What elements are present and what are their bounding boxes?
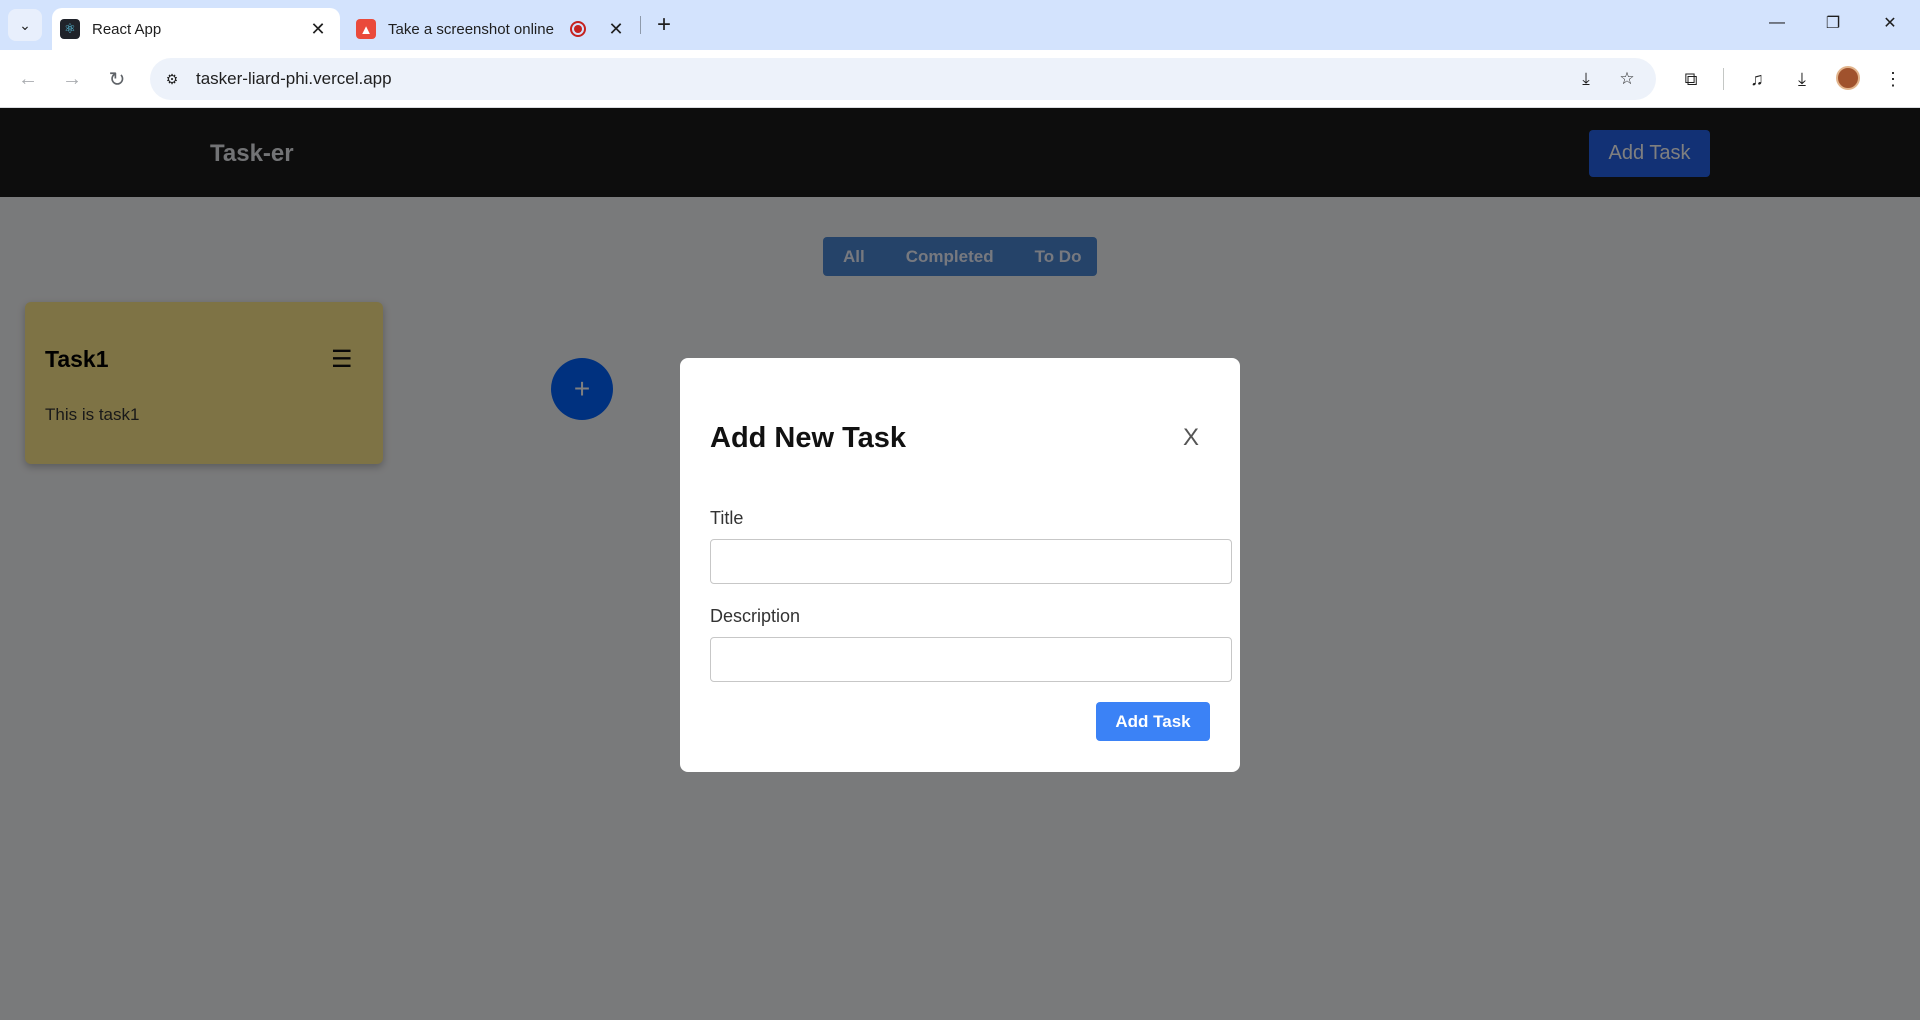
- downloads-icon[interactable]: ⤓: [1788, 65, 1816, 93]
- tab-title: React App: [92, 20, 162, 38]
- address-bar[interactable]: ⚙ tasker-liard-phi.vercel.app ⤓ ☆: [150, 58, 1656, 100]
- title-input[interactable]: [710, 539, 1232, 584]
- recording-icon: [570, 21, 586, 37]
- back-icon[interactable]: ←: [12, 63, 44, 95]
- tab-screenshot[interactable]: ▲ Take a screenshot online ✕: [348, 8, 638, 50]
- close-modal-button[interactable]: X: [1183, 424, 1199, 452]
- bookmark-star-icon[interactable]: ☆: [1615, 67, 1639, 91]
- add-task-modal: Add New Task X Title Description Add Tas…: [680, 358, 1240, 772]
- browser-toolbar: ← → ↻ ⚙ tasker-liard-phi.vercel.app ⤓ ☆ …: [0, 50, 1920, 108]
- modal-title: Add New Task: [710, 422, 907, 454]
- tab-title: Take a screenshot online: [388, 20, 554, 38]
- screenshot-tree-icon: ▲: [356, 19, 376, 39]
- forward-icon[interactable]: →: [56, 63, 88, 95]
- tab-divider: [640, 16, 641, 34]
- close-window-icon[interactable]: ✕: [1870, 8, 1910, 38]
- url-text: tasker-liard-phi.vercel.app: [196, 69, 392, 88]
- more-menu-icon[interactable]: ⋮: [1879, 65, 1907, 93]
- profile-avatar[interactable]: [1836, 66, 1860, 90]
- description-input[interactable]: [710, 637, 1232, 682]
- tab-react-app[interactable]: ⚛ React App ✕: [52, 8, 340, 50]
- tab-search-chevron-icon[interactable]: ⌄: [8, 9, 42, 41]
- close-tab-icon[interactable]: ✕: [604, 17, 628, 41]
- close-tab-icon[interactable]: ✕: [306, 17, 330, 41]
- install-app-icon[interactable]: ⤓: [1574, 67, 1598, 91]
- browser-tabstrip: ⌄ ⚛ React App ✕ ▲ Take a screenshot onli…: [0, 0, 1920, 50]
- extensions-icon[interactable]: ⧉: [1677, 65, 1705, 93]
- toolbar-divider: [1723, 68, 1724, 90]
- minimize-icon[interactable]: —: [1757, 8, 1797, 38]
- description-label: Description: [710, 606, 801, 626]
- media-control-icon[interactable]: ♫: [1743, 65, 1771, 93]
- reload-icon[interactable]: ↻: [101, 63, 133, 95]
- site-info-icon[interactable]: ⚙: [160, 67, 184, 91]
- new-tab-icon[interactable]: +: [651, 11, 677, 38]
- title-label: Title: [710, 508, 744, 528]
- submit-add-task-button[interactable]: Add Task: [1096, 702, 1210, 741]
- restore-icon[interactable]: ❐: [1813, 8, 1853, 38]
- react-icon: ⚛: [60, 19, 80, 39]
